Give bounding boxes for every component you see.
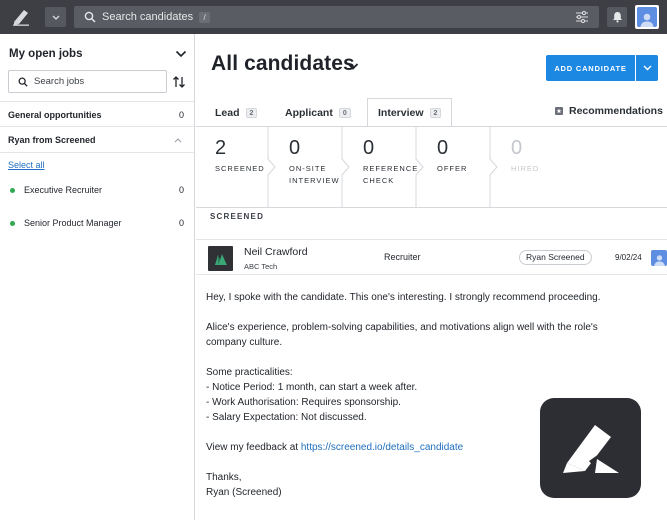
tab-interview[interactable]: Interview 2: [367, 98, 453, 127]
recommendations-label: Recommendations: [569, 105, 663, 117]
tab-count-badge: 2: [245, 108, 258, 118]
notifications-button[interactable]: [607, 7, 627, 27]
stage-label: OFFER: [437, 164, 468, 173]
tab-applicant[interactable]: Applicant 0: [285, 100, 351, 126]
sidebar-group-label: General opportunities: [8, 110, 102, 120]
chevron-up-icon[interactable]: [174, 137, 182, 143]
add-candidate-button[interactable]: ADD CANDIDATE: [546, 55, 635, 81]
stage-label: HIRED: [511, 164, 540, 173]
tab-lead[interactable]: Lead 2: [215, 100, 258, 126]
sidebar-group-count: 0: [178, 110, 184, 120]
sliders-icon[interactable]: [575, 10, 589, 24]
candidate-company: ABC Tech: [244, 262, 278, 271]
note-line: Alice's experience, problem-solving capa…: [206, 322, 598, 333]
candidate-row[interactable]: Neil Crawford ABC Tech Recruiter Ryan Sc…: [196, 239, 667, 275]
note-line: company culture.: [206, 337, 283, 348]
candidate-name[interactable]: Neil Crawford: [244, 246, 308, 258]
note-line: - Notice Period: 1 month, can start a we…: [206, 382, 418, 393]
candidate-role: Recruiter: [384, 252, 421, 262]
feedback-link[interactable]: https://screened.io/details_candidate: [301, 442, 463, 453]
stage-count: 2: [215, 137, 227, 159]
search-icon: [18, 77, 28, 87]
section-heading: SCREENED: [210, 212, 265, 221]
tab-label: Interview: [378, 106, 424, 119]
recommendations-tab[interactable]: Recommendations: [555, 105, 663, 117]
user-avatar-button[interactable]: [635, 5, 659, 29]
job-label: Senior Product Manager: [24, 218, 122, 228]
star-box-icon: [555, 107, 563, 115]
stage-label: SCREENED: [215, 164, 265, 173]
sidebar-job-item[interactable]: Senior Product Manager 0: [0, 216, 194, 232]
note-line: Some practicalities:: [206, 367, 293, 378]
pen-logo-icon: [562, 425, 619, 473]
sidebar-title: My open jobs: [9, 48, 83, 60]
select-all-link[interactable]: Select all: [8, 160, 45, 170]
user-avatar-icon: [637, 7, 657, 27]
sidebar-job-item[interactable]: Executive Recruiter 0: [0, 183, 194, 199]
note-paragraph: Hey, I spoke with the candidate. This on…: [206, 292, 601, 303]
candidate-date: 9/02/24: [615, 253, 642, 262]
tab-label: Lead: [215, 107, 240, 119]
user-avatar-icon[interactable]: [651, 250, 667, 266]
search-icon: [83, 10, 97, 24]
active-status-dot: [10, 221, 15, 226]
stage-count: 0: [363, 137, 375, 159]
job-search-input[interactable]: Search jobs: [8, 70, 167, 93]
active-status-dot: [10, 188, 15, 193]
job-label: Executive Recruiter: [24, 185, 103, 195]
note-text: View my feedback at: [206, 442, 301, 453]
chevron-down-icon[interactable]: [347, 62, 359, 71]
sort-icon[interactable]: [172, 75, 186, 89]
stage-offer[interactable]: 0 OFFER: [418, 127, 492, 207]
stage-hired[interactable]: 0 HIRED: [492, 127, 566, 207]
sidebar-group-label: Ryan from Screened: [8, 135, 96, 145]
app-logo-badge: [540, 398, 641, 498]
screener-tag[interactable]: Ryan Screened: [519, 250, 592, 265]
note-paragraph: Alice's experience, problem-solving capa…: [206, 320, 656, 350]
sidebar-group-ryan[interactable]: Ryan from Screened: [0, 127, 194, 153]
chevron-down-icon: [52, 15, 59, 20]
tab-count-badge: 0: [338, 108, 351, 118]
tab-label: Applicant: [285, 107, 333, 119]
workspace-dropdown-button[interactable]: [45, 7, 66, 27]
tab-count-badge: 2: [429, 107, 442, 118]
chevron-down-icon[interactable]: [175, 49, 187, 59]
stage-count: 0: [511, 137, 523, 159]
stage-count: 0: [437, 137, 449, 159]
stage-label: ON-SITE INTERVIEW: [289, 164, 340, 185]
bell-icon: [612, 12, 622, 23]
job-count: 0: [178, 218, 184, 228]
pipeline-stages: 2 SCREENED 0 ON-SITE INTERVIEW 0 REFEREN…: [196, 126, 667, 208]
search-placeholder: Search candidates: [102, 11, 194, 23]
chevron-down-icon: [643, 65, 651, 71]
company-logo: [208, 246, 233, 271]
page-title: All candidates: [211, 52, 355, 75]
stage-count: 0: [289, 137, 301, 159]
candidate-search-input[interactable]: Search candidates /: [74, 6, 599, 28]
stage-onsite-interview[interactable]: 0 ON-SITE INTERVIEW: [270, 127, 344, 207]
add-candidate-dropdown[interactable]: [636, 55, 658, 81]
jobs-sidebar: My open jobs Search jobs General opportu…: [0, 34, 195, 520]
stage-screened[interactable]: 2 SCREENED: [196, 127, 270, 207]
stage-label: REFERENCE CHECK: [363, 164, 419, 185]
job-count: 0: [178, 185, 184, 195]
pen-logo-icon[interactable]: [10, 7, 32, 27]
job-search-placeholder: Search jobs: [34, 76, 85, 87]
search-shortcut-badge: /: [199, 11, 211, 23]
top-bar: Search candidates /: [0, 0, 667, 34]
stage-reference-check[interactable]: 0 REFERENCE CHECK: [344, 127, 418, 207]
sidebar-group-general[interactable]: General opportunities 0: [0, 101, 194, 127]
stage-tabs: Lead 2 Applicant 0 Interview 2 Recommend…: [196, 98, 667, 127]
